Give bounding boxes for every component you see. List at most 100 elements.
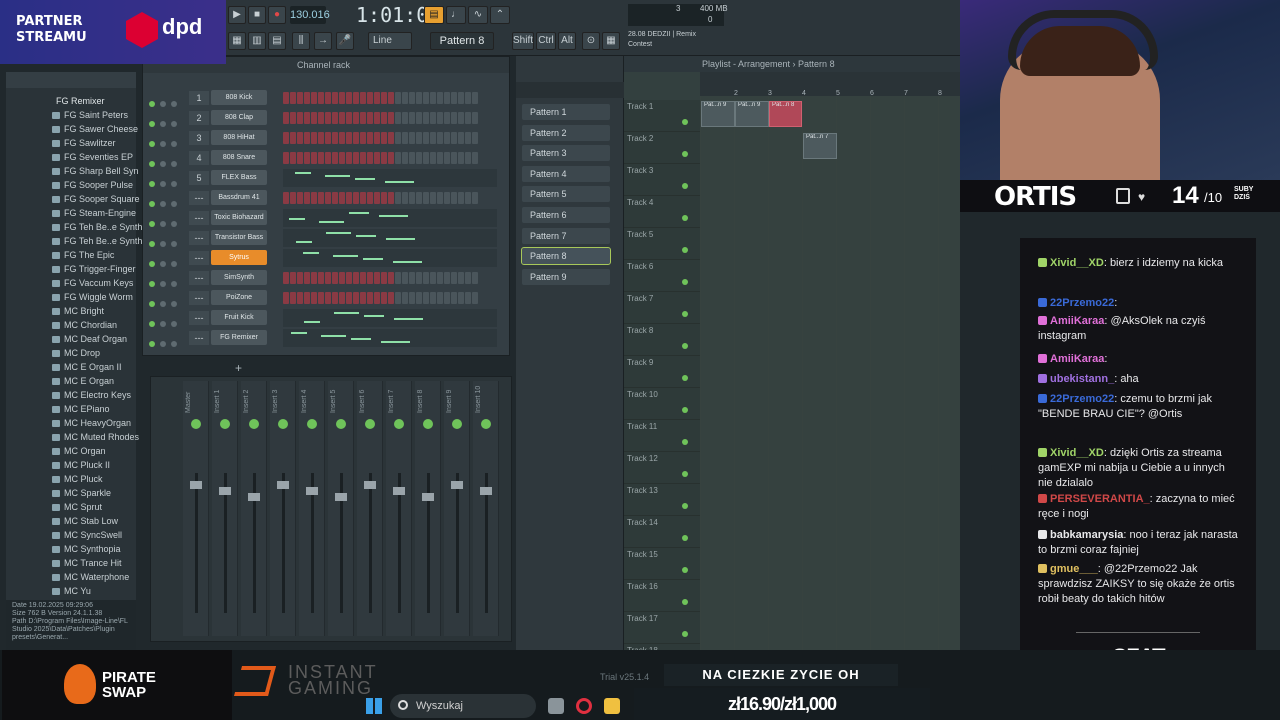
track-header[interactable]: Track 14 [624,516,700,548]
step-button[interactable] [353,292,359,304]
mixer-icon[interactable]: ⫼ [292,32,310,50]
step-sequencer[interactable] [283,271,497,285]
channel-name-button[interactable]: Bassdrum 41 [211,190,267,205]
channel-controls[interactable] [149,194,183,207]
channel-controls[interactable] [149,234,183,247]
step-button[interactable] [437,192,443,204]
step-button[interactable] [451,112,457,124]
step-button[interactable] [423,92,429,104]
step-button[interactable] [318,192,324,204]
track-header[interactable]: Track 10 [624,388,700,420]
step-button[interactable] [360,192,366,204]
step-button[interactable] [367,112,373,124]
step-button[interactable] [283,92,289,104]
step-button[interactable] [360,292,366,304]
browser-item[interactable]: MC Deaf Organ [6,332,136,346]
mixer-strip[interactable]: Master [183,381,209,636]
channel-name-button[interactable]: Sytrus [211,250,267,265]
note-preview[interactable] [283,309,497,327]
step-button[interactable] [360,132,366,144]
step-button[interactable] [367,92,373,104]
record-button[interactable]: ● [268,6,286,24]
pan-knob[interactable] [249,419,259,429]
step-button[interactable] [465,112,471,124]
track-mute-led[interactable] [682,151,688,157]
step-button[interactable] [311,272,317,284]
step-button[interactable] [346,192,352,204]
browser-item[interactable]: MC Waterphone [6,570,136,584]
pattern-clip[interactable]: Pat...n 9 [735,101,769,127]
step-button[interactable] [339,192,345,204]
browser-title[interactable]: FG Remixer [56,96,105,106]
timeline-ruler[interactable]: 2345678 [700,72,960,97]
mic-icon[interactable]: 🎤 [336,32,354,50]
channel-number[interactable]: 5 [189,171,209,185]
step-button[interactable] [430,192,436,204]
step-button[interactable] [297,152,303,164]
channel-row[interactable]: --- Sytrus [143,249,511,267]
track-mute-led[interactable] [682,599,688,605]
step-button[interactable] [472,292,478,304]
step-button[interactable] [290,152,296,164]
channel-controls[interactable] [149,214,183,227]
channel-name-button[interactable]: FG Remixer [211,330,267,345]
channel-controls[interactable] [149,254,183,267]
step-button[interactable] [304,292,310,304]
fader-cap[interactable] [248,493,260,501]
chat-username[interactable]: AmiiKaraa [1050,353,1104,365]
browser-item[interactable]: MC Muted Rhodes [6,430,139,444]
step-button[interactable] [325,92,331,104]
ctrl-key-button[interactable]: Ctrl [536,32,556,50]
step-button[interactable] [437,92,443,104]
track-mute-led[interactable] [682,535,688,541]
step-button[interactable] [367,132,373,144]
browser-item[interactable]: MC E Organ II [6,360,136,374]
step-button[interactable] [318,112,324,124]
mixer-strip[interactable]: Insert 5 [328,381,354,636]
step-sequencer[interactable] [283,291,497,305]
channel-number[interactable]: --- [189,191,209,205]
step-button[interactable] [402,132,408,144]
step-button[interactable] [388,292,394,304]
step-button[interactable] [444,112,450,124]
step-button[interactable] [423,192,429,204]
channel-row[interactable]: --- Fruit Kick [143,309,511,327]
track-header[interactable]: Track 17 [624,612,700,644]
track-header[interactable]: Track 7 [624,292,700,324]
step-button[interactable] [430,112,436,124]
step-sequencer[interactable] [283,91,497,105]
track-header[interactable]: Track 6 [624,260,700,292]
browser-item[interactable]: FG Sawer Cheese [6,122,138,136]
step-button[interactable] [353,112,359,124]
pan-knob[interactable] [220,419,230,429]
step-button[interactable] [290,132,296,144]
step-button[interactable] [409,272,415,284]
pianoroll-icon[interactable]: ▥ [248,32,266,50]
step-sequencer[interactable] [283,111,497,125]
mixer-strip[interactable]: Insert 7 [386,381,412,636]
wait-icon[interactable]: ∿ [468,6,488,24]
track-header[interactable]: Track 13 [624,484,700,516]
channel-number[interactable]: --- [189,311,209,325]
pattern-item[interactable]: Pattern 7 [522,227,610,244]
track-mute-led[interactable] [682,215,688,221]
channel-number[interactable]: --- [189,231,209,245]
chat-username[interactable]: AmiiKaraa [1050,315,1104,327]
pan-knob[interactable] [481,419,491,429]
step-button[interactable] [353,272,359,284]
step-button[interactable] [311,132,317,144]
step-button[interactable] [423,112,429,124]
pattern-item[interactable]: Pattern 4 [522,165,610,182]
track-header[interactable]: Track 15 [624,548,700,580]
step-button[interactable] [395,292,401,304]
channel-controls[interactable] [149,334,183,347]
step-button[interactable] [437,112,443,124]
mixer-strip[interactable]: Insert 6 [357,381,383,636]
chat-username[interactable]: Xivid__XD [1050,447,1104,459]
opera-icon[interactable] [576,698,592,714]
step-button[interactable] [388,192,394,204]
channel-row[interactable]: --- FG Remixer [143,329,511,347]
step-button[interactable] [332,132,338,144]
step-button[interactable] [458,112,464,124]
step-button[interactable] [430,272,436,284]
